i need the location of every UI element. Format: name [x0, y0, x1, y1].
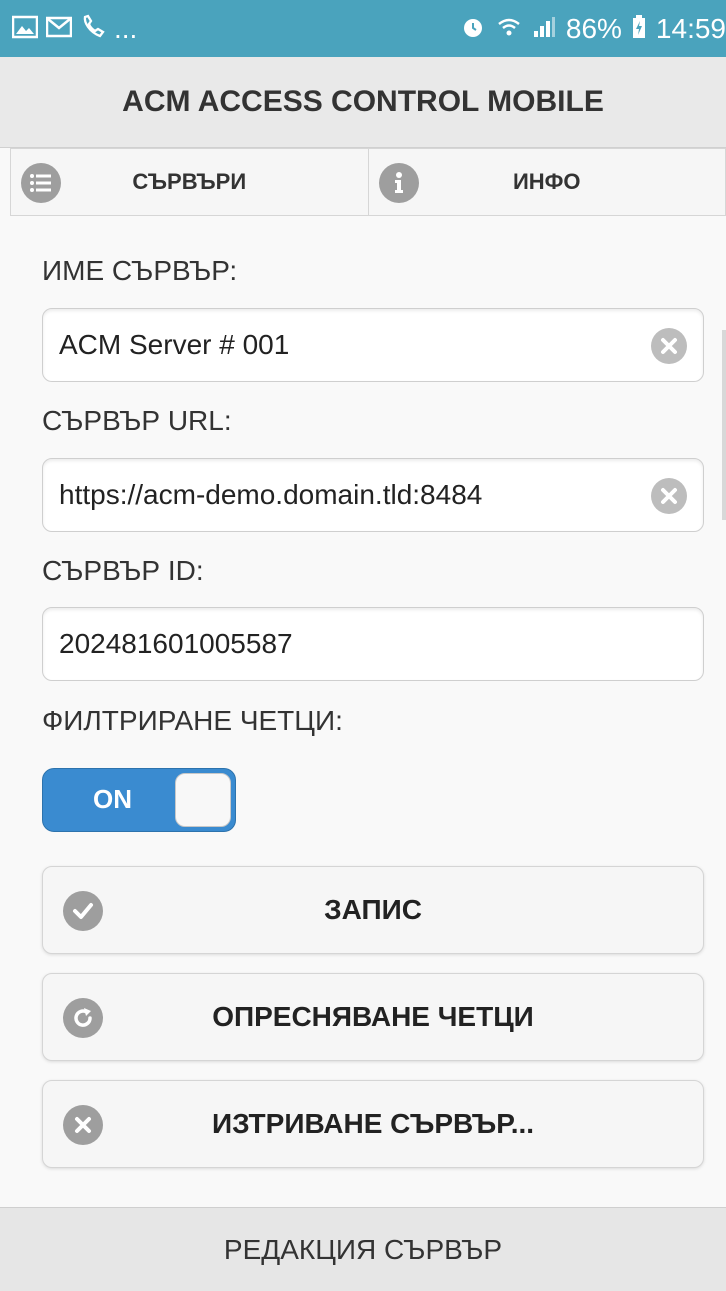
- toggle-knob[interactable]: [175, 773, 231, 827]
- server-name-label: ИМЕ СЪРВЪР:: [42, 255, 238, 286]
- filter-readers-toggle[interactable]: ON: [42, 768, 236, 832]
- app-header: ACM ACCESS CONTROL MOBILE: [0, 57, 726, 148]
- clear-icon[interactable]: [651, 328, 687, 364]
- server-url-field[interactable]: https://acm-demo.domain.tld:8484: [42, 458, 704, 532]
- gmail-icon: [45, 16, 73, 42]
- footer-title: РЕДАКЦИЯ СЪРВЪР: [223, 1233, 503, 1265]
- status-more: ...: [114, 12, 138, 44]
- tab-servers-label: СЪРВЪРИ: [132, 169, 247, 194]
- server-id-value: 202481601005587: [59, 628, 293, 659]
- save-button-label: ЗАПИС: [324, 894, 422, 925]
- server-id-field[interactable]: 202481601005587: [42, 607, 704, 681]
- tab-info-label: ИНФО: [512, 169, 581, 194]
- toggle-state-label: ON: [93, 784, 132, 814]
- phone-icon: [80, 14, 106, 44]
- delete-server-button[interactable]: ИЗТРИВАНЕ СЪРВЪР...: [42, 1080, 704, 1168]
- status-bar: ... 86% 14:59: [0, 0, 726, 57]
- signal-icon: [532, 15, 556, 43]
- check-icon: [63, 891, 103, 931]
- server-name-value: ACM Server # 001: [59, 329, 290, 360]
- image-icon: [11, 15, 39, 43]
- server-id-label: СЪРВЪР ID:: [42, 555, 204, 586]
- tab-bar: СЪРВЪРИ ИНФО: [10, 148, 726, 216]
- info-icon: [378, 163, 419, 203]
- alarm-icon: [460, 14, 486, 44]
- server-url-label: СЪРВЪР URL:: [42, 405, 232, 436]
- scrollbar[interactable]: [722, 330, 726, 520]
- server-url-value: https://acm-demo.domain.tld:8484: [59, 479, 483, 510]
- app-title: ACM ACCESS CONTROL MOBILE: [122, 85, 604, 118]
- status-bar-right: 86% 14:59: [460, 13, 726, 45]
- filter-readers-label: ФИЛТРИРАНЕ ЧЕТЦИ:: [42, 705, 343, 736]
- tab-info[interactable]: ИНФО: [367, 149, 726, 215]
- tab-servers[interactable]: СЪРВЪРИ: [11, 149, 368, 215]
- delete-server-button-label: ИЗТРИВАНЕ СЪРВЪР...: [211, 1108, 535, 1139]
- wifi-icon: [496, 14, 522, 44]
- footer-bar: РЕДАКЦИЯ СЪРВЪР: [0, 1207, 726, 1291]
- delete-icon: [63, 1105, 103, 1145]
- server-name-field[interactable]: ACM Server # 001: [42, 308, 704, 382]
- clear-icon[interactable]: [651, 478, 687, 514]
- refresh-readers-button-label: ОПРЕСНЯВАНЕ ЧЕТЦИ: [212, 1001, 534, 1032]
- battery-percent: 86%: [565, 12, 622, 44]
- list-icon: [21, 163, 61, 203]
- status-bar-left: ...: [11, 12, 138, 45]
- refresh-icon: [63, 998, 103, 1038]
- status-time: 14:59: [655, 12, 726, 44]
- save-button[interactable]: ЗАПИС: [42, 866, 704, 954]
- battery-icon: [632, 14, 646, 43]
- refresh-readers-button[interactable]: ОПРЕСНЯВАНЕ ЧЕТЦИ: [42, 973, 704, 1061]
